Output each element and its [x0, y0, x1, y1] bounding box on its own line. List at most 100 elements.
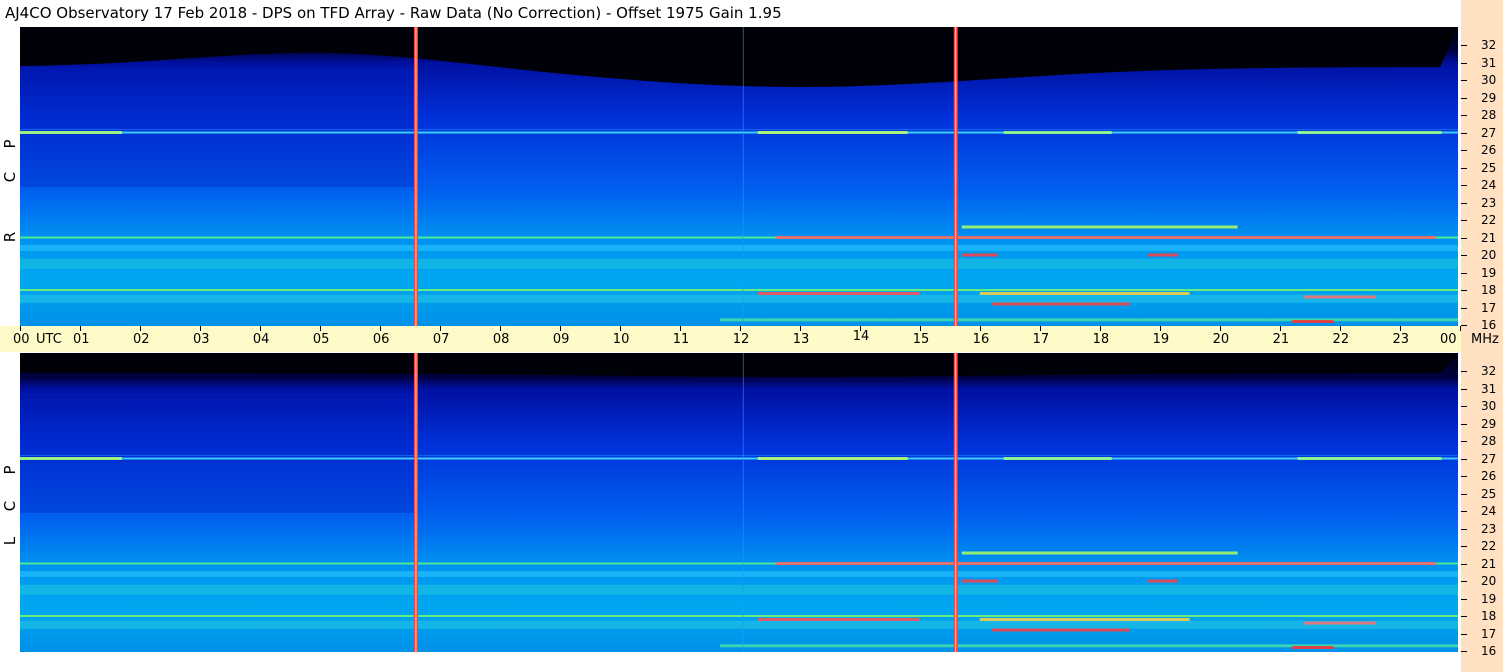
frequency-tick-mark [1461, 325, 1467, 326]
frequency-tick-mark [1461, 616, 1467, 617]
frequency-tick-label: 24 [1481, 504, 1497, 518]
time-tick-mark [380, 326, 381, 331]
frequency-tick-mark [1461, 459, 1467, 460]
bright-signal [757, 457, 908, 460]
frequency-tick-label: 23 [1481, 521, 1497, 536]
rcp-letter-r: R [1, 231, 19, 243]
bright-signal [961, 579, 998, 583]
mhz-unit-label: MHz [1471, 332, 1499, 347]
time-tick-mark [740, 326, 741, 331]
frequency-tick-label: 18 [1481, 609, 1497, 623]
bright-signal [1303, 621, 1376, 625]
time-tick-label: 03 [192, 332, 210, 347]
bright-signal [961, 253, 998, 257]
time-tick-mark [20, 326, 21, 331]
time-tick-mark [1160, 326, 1161, 331]
frequency-tick-mark [1461, 290, 1467, 291]
frequency-tick-mark [1461, 133, 1467, 134]
frequency-tick-label: 23 [1481, 195, 1497, 210]
frequency-tick-mark [1461, 371, 1467, 372]
time-tick-label: 07 [432, 332, 450, 347]
frequency-tick-mark [1461, 220, 1467, 221]
bright-signal [1291, 646, 1334, 649]
faint-vertical-line [742, 27, 744, 326]
time-tick-label: 11 [672, 332, 690, 347]
time-tick-mark [980, 326, 981, 331]
time-tick-label: 21 [1272, 332, 1290, 347]
rcp-letter-p: P [1, 139, 19, 149]
frequency-tick-label: 30 [1481, 73, 1497, 87]
frequency-tick-mark [1461, 529, 1467, 530]
frequency-tick-mark [1461, 476, 1467, 477]
bright-signal [991, 302, 1130, 306]
time-tick-mark [440, 326, 441, 331]
time-tick-label: 18 [1092, 332, 1110, 347]
lcp-label: L C P [0, 353, 20, 653]
time-tick-mark [860, 326, 861, 331]
interference-line-core [955, 27, 957, 326]
bright-signal [991, 628, 1130, 632]
frequency-tick-label: 27 [1481, 451, 1497, 466]
time-tick-mark [1460, 326, 1461, 331]
frequency-tick-label: 32 [1481, 38, 1497, 52]
frequency-tick-label: 19 [1481, 591, 1497, 606]
frequency-tick-mark [1461, 389, 1467, 390]
time-tick-label: 04 [252, 332, 270, 347]
rcp-spectrogram [20, 27, 1458, 326]
bright-signal [1147, 579, 1178, 583]
frequency-tick-label: 26 [1481, 469, 1497, 483]
bright-signal [1303, 295, 1376, 299]
time-tick-mark [680, 326, 681, 331]
frequency-tick-mark [1461, 564, 1467, 565]
frequency-tick-label: 21 [1481, 556, 1497, 571]
time-tick-label: 14 [852, 329, 870, 344]
time-tick-label: 17 [1032, 332, 1050, 347]
bright-signal [979, 618, 1190, 621]
bright-signal [757, 618, 920, 621]
frequency-tick-mark [1461, 406, 1467, 407]
frequency-tick-label: 22 [1481, 213, 1497, 227]
frequency-tick-mark [1461, 115, 1467, 116]
frequency-tick-label: 28 [1481, 434, 1497, 448]
frequency-tick-mark [1461, 168, 1467, 169]
time-tick-label: 01 [72, 332, 90, 347]
bright-signal [961, 551, 1238, 555]
time-tick-label: 08 [492, 332, 510, 347]
bright-signal [20, 131, 122, 134]
frequency-tick-label: 30 [1481, 399, 1497, 413]
early-hours-shading [20, 393, 416, 513]
time-tick-mark [560, 326, 561, 331]
time-tick-mark [140, 326, 141, 331]
bright-signal [775, 236, 1436, 239]
frequency-tick-mark [1461, 511, 1467, 512]
bright-signal [757, 131, 908, 134]
frequency-tick-mark [1461, 424, 1467, 425]
frequency-tick-label: 21 [1481, 230, 1497, 245]
time-axis-band [0, 326, 1461, 352]
frequency-tick-mark [1461, 255, 1467, 256]
early-hours-shading [20, 67, 416, 187]
frequency-tick-label: 16 [1481, 644, 1497, 658]
frequency-tick-mark [1461, 308, 1467, 309]
frequency-band [20, 615, 1458, 617]
frequency-tick-label: 31 [1481, 381, 1497, 396]
time-tick-mark [1340, 326, 1341, 331]
frequency-tick-label: 26 [1481, 143, 1497, 157]
bright-signal [1003, 131, 1112, 134]
lcp-letter-p: P [1, 465, 19, 475]
frequency-band [20, 584, 1458, 595]
frequency-tick-label: 29 [1481, 90, 1497, 105]
bright-signal [775, 562, 1436, 565]
interference-line-core [415, 353, 417, 652]
time-tick-mark [1100, 326, 1101, 331]
time-tick-label: 09 [552, 332, 570, 347]
time-tick-label: 13 [792, 332, 810, 347]
rcp-label: R C P [0, 27, 20, 327]
time-tick-mark [620, 326, 621, 331]
time-tick-mark [320, 326, 321, 331]
time-tick-mark [260, 326, 261, 331]
bright-signal [1003, 457, 1112, 460]
time-tick-mark [1040, 326, 1041, 331]
frequency-tick-label: 22 [1481, 539, 1497, 553]
time-tick-mark [800, 326, 801, 331]
